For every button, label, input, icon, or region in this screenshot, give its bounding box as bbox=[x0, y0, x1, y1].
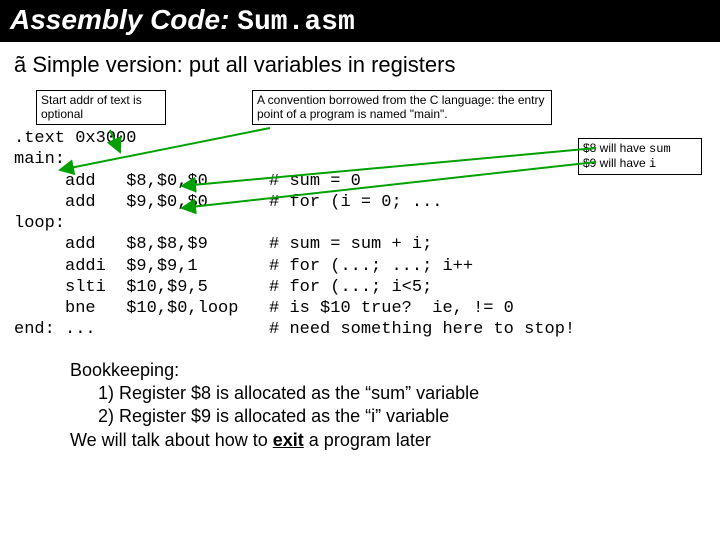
content-area: ã Simple version: put all variables in r… bbox=[0, 42, 720, 452]
title-prefix: Assembly Code: bbox=[10, 4, 237, 35]
bookkeeping-block: Bookkeeping: 1) Register $8 is allocated… bbox=[70, 359, 706, 453]
bullet-marker: ã bbox=[14, 52, 26, 77]
bookkeeping-exit-word: exit bbox=[273, 430, 304, 450]
bookkeeping-head: Bookkeeping: bbox=[70, 359, 706, 382]
code-text: .text 0x3000 main: add $8,$0,$0 # sum = … bbox=[14, 129, 575, 339]
bookkeeping-l2: 2) Register $9 is allocated as the “i” v… bbox=[98, 405, 706, 428]
bookkeeping-exit-post: a program later bbox=[304, 430, 431, 450]
bookkeeping-exit: We will talk about how to exit a program… bbox=[70, 429, 706, 452]
callout-convention: A convention borrowed from the C languag… bbox=[252, 90, 552, 125]
title-bar: Assembly Code: Sum.asm bbox=[0, 0, 720, 42]
bookkeeping-l1: 1) Register $8 is allocated as the “sum”… bbox=[98, 382, 706, 405]
bullet-line: ã Simple version: put all variables in r… bbox=[14, 52, 706, 78]
title-filename: Sum.asm bbox=[237, 7, 355, 38]
bookkeeping-exit-pre: We will talk about how to bbox=[70, 430, 273, 450]
bullet-text: Simple version: put all variables in reg… bbox=[32, 52, 455, 77]
callout-convention-text: A convention borrowed from the C languag… bbox=[257, 93, 545, 121]
code-block: .text 0x3000 main: add $8,$0,$0 # sum = … bbox=[14, 128, 706, 341]
callout-start-addr: Start addr of text is optional bbox=[36, 90, 166, 125]
callout-start-addr-text: Start addr of text is optional bbox=[41, 93, 142, 121]
